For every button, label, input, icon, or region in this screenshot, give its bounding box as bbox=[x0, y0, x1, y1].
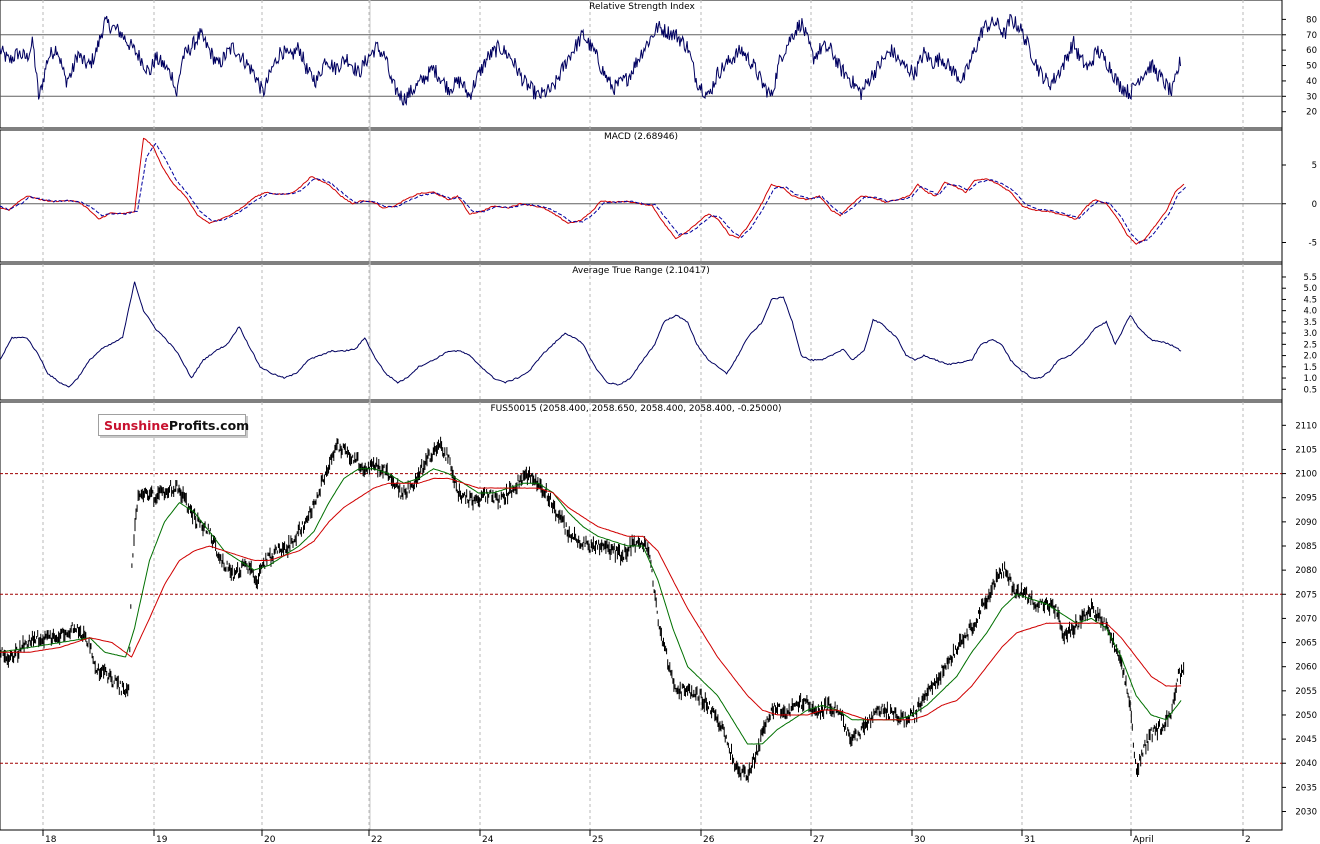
y-tick-label-3-1: 2105 bbox=[1295, 445, 1317, 455]
x-tick-label-2: 20 bbox=[264, 835, 276, 844]
x-tick-label-1: 19 bbox=[156, 835, 168, 844]
x-tick-label-11: 2 bbox=[1245, 835, 1251, 844]
y-tick-label-2-10: 0.5 bbox=[1303, 385, 1317, 395]
panel-title-0: Relative Strength Index bbox=[589, 2, 695, 12]
y-tick-label-3-14: 2040 bbox=[1295, 759, 1317, 769]
y-tick-label-2-3: 4.0 bbox=[1303, 307, 1317, 317]
y-tick-label-3-11: 2055 bbox=[1295, 687, 1317, 697]
x-tick-label-8: 30 bbox=[914, 835, 926, 844]
y-tick-label-2-6: 2.5 bbox=[1303, 340, 1317, 350]
y-tick-label-2-2: 4.5 bbox=[1303, 295, 1317, 305]
y-tick-label-3-3: 2095 bbox=[1295, 494, 1317, 504]
x-tick-label-9: 31 bbox=[1024, 835, 1035, 844]
sunshine-profits-logo: SunshineProfits.com bbox=[98, 414, 250, 436]
y-tick-label-3-4: 2090 bbox=[1295, 518, 1317, 528]
y-tick-label-3-8: 2070 bbox=[1295, 614, 1317, 624]
y-tick-label-3-9: 2065 bbox=[1295, 639, 1317, 649]
y-tick-label-2-9: 1.0 bbox=[1303, 374, 1317, 384]
logo-text-profits: Profits.com bbox=[168, 418, 250, 433]
x-tick-label-6: 26 bbox=[703, 835, 715, 844]
panel-title-1: MACD (2.68946) bbox=[604, 132, 678, 142]
panel-title-3: FUS50015 (2058.400, 2058.650, 2058.400, … bbox=[490, 404, 781, 414]
y-tick-label-3-7: 2075 bbox=[1295, 590, 1317, 600]
x-tick-label-10: April bbox=[1133, 835, 1154, 844]
y-tick-label-3-12: 2050 bbox=[1295, 711, 1317, 721]
y-tick-label-3-16: 2030 bbox=[1295, 808, 1317, 818]
y-tick-label-3-13: 2045 bbox=[1295, 735, 1317, 745]
y-tick-label-1-1: 0 bbox=[1312, 200, 1317, 210]
logo-text-sunshine: Sunshine bbox=[104, 418, 169, 433]
panel-frame-2 bbox=[0, 263, 1283, 401]
panel-frame-1 bbox=[0, 129, 1283, 263]
x-tick-label-0: 18 bbox=[45, 835, 57, 844]
x-tick-label-4: 24 bbox=[482, 835, 494, 844]
y-tick-label-3-0: 2110 bbox=[1295, 421, 1317, 431]
y-tick-label-0-2: 60 bbox=[1306, 46, 1317, 56]
y-tick-label-3-15: 2035 bbox=[1295, 783, 1317, 793]
y-tick-label-2-5: 3.0 bbox=[1303, 329, 1317, 339]
y-tick-label-0-3: 50 bbox=[1306, 62, 1317, 72]
y-tick-label-2-0: 5.5 bbox=[1303, 273, 1317, 283]
x-tick-label-5: 25 bbox=[592, 835, 603, 844]
y-tick-label-2-8: 1.5 bbox=[1303, 363, 1317, 373]
x-tick-label-7: 27 bbox=[813, 835, 824, 844]
y-tick-label-0-4: 40 bbox=[1306, 77, 1317, 87]
y-tick-label-1-2: -5 bbox=[1309, 239, 1317, 249]
y-tick-label-3-5: 2085 bbox=[1295, 542, 1317, 552]
y-tick-label-3-6: 2080 bbox=[1295, 566, 1317, 576]
y-tick-label-3-2: 2100 bbox=[1295, 470, 1317, 480]
y-tick-label-1-0: 5 bbox=[1312, 161, 1317, 171]
y-tick-label-3-10: 2060 bbox=[1295, 663, 1317, 673]
x-tick-label-3: 22 bbox=[371, 835, 382, 844]
y-tick-label-2-1: 5.0 bbox=[1303, 284, 1317, 294]
y-tick-label-0-6: 20 bbox=[1306, 108, 1317, 118]
y-tick-label-0-5: 30 bbox=[1306, 92, 1317, 102]
y-tick-label-2-7: 2.0 bbox=[1303, 352, 1317, 362]
panel-title-2: Average True Range (2.10417) bbox=[572, 266, 709, 276]
y-tick-label-0-1: 70 bbox=[1306, 31, 1317, 41]
y-tick-label-0-0: 80 bbox=[1306, 15, 1317, 25]
y-tick-label-2-4: 3.5 bbox=[1303, 318, 1317, 328]
